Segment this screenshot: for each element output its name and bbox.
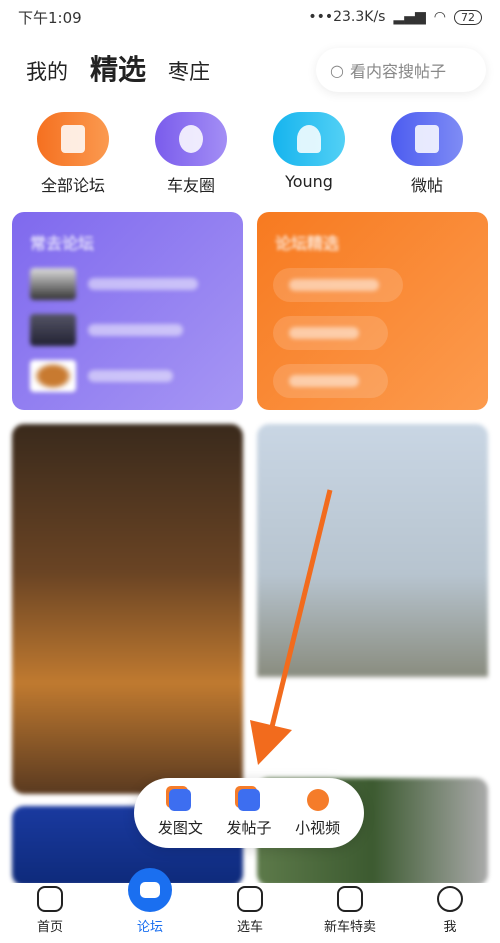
nav-home[interactable]: 首页 bbox=[5, 886, 95, 935]
shop-icon bbox=[337, 886, 363, 912]
clock: 下午1:09 bbox=[18, 8, 82, 27]
post-image-text-button[interactable]: 发图文 bbox=[157, 788, 203, 838]
nav-label: 我 bbox=[443, 920, 457, 935]
image-icon bbox=[169, 788, 192, 811]
person-icon bbox=[273, 112, 345, 166]
frequent-forums-card[interactable]: 常去论坛 bbox=[12, 212, 243, 410]
top-tabs: 我的 精选 枣庄 bbox=[26, 48, 210, 88]
post-popup-menu: 发图文 发帖子 小视频 bbox=[134, 778, 364, 848]
nav-me[interactable]: 我 bbox=[405, 886, 495, 935]
search-placeholder: 看内容搜帖子 bbox=[349, 62, 446, 81]
bottom-nav: 首页 论坛 选车 新车特卖 我 bbox=[0, 868, 500, 943]
chat-icon bbox=[128, 868, 172, 912]
tab-zaozhuang[interactable]: 枣庄 bbox=[168, 56, 210, 86]
quick-all-forums[interactable]: 全部论坛 bbox=[23, 112, 123, 196]
quick-label: 车友圈 bbox=[166, 176, 215, 195]
list-item[interactable] bbox=[273, 268, 403, 302]
network-speed: •••23.3K/s bbox=[308, 9, 386, 25]
quick-label: 微帖 bbox=[410, 176, 443, 195]
post-card-photo[interactable] bbox=[257, 424, 488, 759]
tab-featured[interactable]: 精选 bbox=[90, 48, 146, 88]
quick-micro-post[interactable]: 微帖 bbox=[377, 112, 477, 196]
tab-mine[interactable]: 我的 bbox=[26, 56, 68, 86]
document-icon bbox=[391, 112, 463, 166]
wifi-icon: ◠ bbox=[433, 9, 446, 25]
profile-icon bbox=[437, 886, 463, 912]
home-icon bbox=[37, 886, 63, 912]
nav-label: 首页 bbox=[36, 920, 63, 935]
list-item[interactable] bbox=[273, 364, 388, 398]
status-bar: 下午1:09 •••23.3K/s ▂▄▆ ◠ 72 bbox=[0, 0, 500, 34]
popup-label: 发帖子 bbox=[226, 818, 272, 837]
document-icon bbox=[237, 788, 260, 811]
nav-label: 新车特卖 bbox=[323, 920, 376, 935]
car-icon bbox=[237, 886, 263, 912]
list-item[interactable] bbox=[30, 268, 243, 300]
nav-label: 论坛 bbox=[136, 920, 163, 935]
post-card-image[interactable] bbox=[12, 424, 243, 794]
featured-forums-card[interactable]: 论坛精选 bbox=[257, 212, 488, 410]
battery-icon: 72 bbox=[454, 9, 482, 25]
card-title: 常去论坛 bbox=[30, 234, 95, 253]
nav-new-car-sale[interactable]: 新车特卖 bbox=[305, 886, 395, 935]
popup-label: 小视频 bbox=[295, 818, 341, 837]
search-input[interactable]: ○ 看内容搜帖子 bbox=[316, 48, 486, 92]
popup-label: 发图文 bbox=[157, 818, 203, 837]
list-item[interactable] bbox=[30, 360, 243, 392]
chat-bubble-icon bbox=[155, 112, 227, 166]
quick-label: Young bbox=[285, 172, 333, 191]
nav-forum[interactable]: 论坛 bbox=[105, 868, 195, 935]
nav-choose-car[interactable]: 选车 bbox=[205, 886, 295, 935]
card-title: 论坛精选 bbox=[275, 234, 340, 253]
signal-icon: ▂▄▆ bbox=[393, 9, 426, 25]
quick-label: 全部论坛 bbox=[40, 176, 105, 195]
quick-entries: 全部论坛 车友圈 Young 微帖 bbox=[0, 112, 500, 196]
post-thread-button[interactable]: 发帖子 bbox=[226, 788, 272, 838]
quick-car-friends[interactable]: 车友圈 bbox=[141, 112, 241, 196]
list-item[interactable] bbox=[273, 316, 388, 350]
list-item[interactable] bbox=[30, 314, 243, 346]
search-icon: ○ bbox=[330, 60, 344, 80]
forum-icon bbox=[37, 112, 109, 166]
quick-young[interactable]: Young bbox=[259, 112, 359, 196]
post-video-button[interactable]: 小视频 bbox=[295, 788, 341, 838]
nav-label: 选车 bbox=[236, 920, 263, 935]
play-icon bbox=[306, 788, 329, 811]
